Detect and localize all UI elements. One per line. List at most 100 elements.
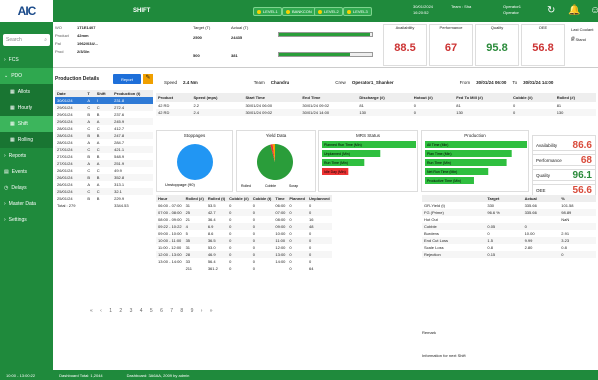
table-row[interactable]: 25/01/24 C C 32.1 [55, 188, 153, 195]
table-cell: 31 [185, 245, 191, 250]
yield-panel: Yield Data Rolled Cobble Scrap [236, 130, 316, 192]
table-cell: 130 [556, 110, 564, 115]
table-cell: 0 [289, 231, 292, 236]
to-date[interactable]: 30/01/24 14:00 [523, 80, 553, 85]
table-cell: 32.1 [114, 189, 122, 194]
mrs-panel: MRS Status Planned Run Time (Min) Unplann… [318, 130, 418, 192]
table-cell: 30/01/24 06:00 [245, 103, 273, 108]
table-row[interactable]: 29/01/24 A A 245.9 [55, 118, 153, 125]
run-table: Product Speed (mps) Start Time End Time Disc… [156, 93, 596, 116]
table-cell: FG (Prime) [424, 210, 444, 215]
table-cell: 0 [512, 110, 516, 115]
bar-label: Unplanned (Min) [324, 152, 350, 156]
bar-label: All Time (Min) [427, 143, 448, 147]
user-icon[interactable]: ☺ [590, 5, 598, 16]
table-row[interactable]: 26/01/24 B B 352.8 [55, 174, 153, 181]
table-row[interactable]: 30/01/24 A I 231.8 [55, 97, 153, 104]
table-cell: 11:00 - 12:00 [158, 245, 182, 250]
table-cell: Total : 279 [57, 203, 76, 208]
table-row[interactable]: 27/01/24 A A 251.9 [55, 160, 153, 167]
table-cell: 0.15 [487, 252, 496, 257]
yield-legend-label: Scrap [289, 184, 298, 188]
report-button[interactable]: Report [113, 74, 141, 84]
table-total-row: 211 361.2 0 0 0 64 [156, 265, 332, 272]
sidebar-item-events[interactable]: ▤ Events [0, 164, 53, 180]
sidebar-item-shift[interactable]: ▦ Shift [0, 116, 53, 132]
table-row: 12:00 - 13:00 28 46.9 0 0 13:00 0 0 [156, 251, 332, 258]
column-header: Date [55, 90, 86, 97]
table-row[interactable]: 25/01/24 B B 229.9 [55, 195, 153, 202]
column-header: Rolled (#) [554, 93, 596, 102]
table-row[interactable]: 28/01/24 A A 284.7 [55, 139, 153, 146]
sidebar-item-allots[interactable]: ▦ Allots [0, 84, 53, 100]
speed-value: 2.4 Nm [183, 79, 198, 85]
table-cell: 53.0 [207, 245, 216, 250]
stoppage-legend: Unstoppage (90) [165, 182, 195, 187]
table-row[interactable]: 26/01/24 C C 49.9 [55, 167, 153, 174]
table-cell: 30/01/24 14:00 [302, 110, 330, 115]
table-cell: C [87, 168, 91, 173]
table-cell: 0 [413, 110, 417, 115]
team-info: Team : Sha [451, 4, 472, 9]
table-cell: 29/01/24 [57, 105, 73, 110]
table-cell: 27/01/24 [57, 161, 73, 166]
crew-value: Operator1_Shanker [351, 79, 394, 85]
table-cell: Hot Out [424, 217, 438, 222]
status-dot-icon [286, 9, 290, 14]
table-row[interactable]: 27/01/24 C C 421.1 [55, 146, 153, 153]
level-button-3[interactable]: LEVEL3 [343, 7, 372, 16]
search-input[interactable]: Search ⌕ [3, 34, 50, 46]
table-cell: 313.1 [114, 182, 125, 187]
table-cell: 13:00 - 14:00 [158, 259, 182, 264]
column-header: Fed To Mill (#) [454, 93, 511, 102]
table-row[interactable]: 28/01/24 C C 412.7 [55, 125, 153, 132]
sidebar-item-hourly[interactable]: ▦ Hourly [0, 100, 53, 116]
yield-legend-label: Rolled [241, 184, 251, 188]
bar-label: Net Run Time (Min) [427, 170, 457, 174]
table-row[interactable]: 42 RD 2.4 30/01/24 09:02 30/01/24 14:00 130 0… [156, 109, 596, 116]
table-cell: 48 [308, 224, 314, 229]
table-row: End Cut Loss 1.5 9.99 3.23 [422, 237, 596, 244]
table-cell: 335.66 [524, 203, 537, 208]
kpi-availability: Availability 88.5 [383, 24, 427, 66]
table-cell: 0 [229, 224, 232, 229]
table-cell: 42 RD [158, 110, 170, 115]
table-cell: 0 [487, 231, 490, 236]
table-row[interactable]: 27/01/24 B B 548.9 [55, 153, 153, 160]
column-header: Hour [156, 195, 184, 202]
stoppages-chart: Unstoppage (90) [165, 144, 213, 187]
level-button-2[interactable]: LEVEL2 [314, 7, 343, 16]
table-cell: 101.58 [561, 203, 574, 208]
refresh-icon[interactable]: ↻ [547, 5, 555, 16]
sidebar-item-rolling[interactable]: ▦ Rolling [0, 132, 53, 148]
sidebar-item-fcs[interactable]: › FCS [0, 52, 53, 68]
production-panel: Production All Time (Min) Plan Time (Min)… [421, 130, 529, 192]
table-cell [523, 216, 560, 223]
table-row[interactable]: 29/01/24 C C 272.4 [55, 104, 153, 111]
table-cell: 0 [229, 266, 232, 271]
sidebar-item-delays[interactable]: ◷ Delays [0, 180, 53, 196]
level-button-bankcon[interactable]: BANKCON [282, 7, 316, 16]
pagination[interactable]: « ‹ 1 2 3 4 5 6 7 8 9 › » [90, 308, 216, 314]
table-header: Target Actual% [422, 195, 596, 202]
table-cell: Cobble [424, 224, 437, 229]
sidebar-item-settings[interactable]: › Settings [0, 212, 53, 228]
operator-info: Operator1 Operator [503, 4, 522, 15]
bell-icon[interactable]: 🔔 [568, 5, 580, 16]
table-row[interactable]: 28/01/24 B B 247.8 [55, 132, 153, 139]
table-row[interactable]: 42 RD 2.2 30/01/24 06:00 30/01/24 09:02 81 0 8… [156, 102, 596, 109]
table-cell: 548.9 [114, 154, 125, 159]
level-button-1[interactable]: LEVEL1 [253, 7, 282, 16]
sidebar-item-pdo[interactable]: ⌄ PDO [0, 68, 53, 84]
table-row[interactable]: 29/01/24 B B 237.6 [55, 111, 153, 118]
table-cell: A [87, 140, 91, 145]
progress-bar [278, 32, 373, 37]
from-date[interactable]: 30/01/24 06:00 [476, 80, 506, 85]
sidebar-item-reports[interactable]: › Reports [0, 148, 53, 164]
table-row: 07:00 - 08:00 25 42.7 0 0 07:00 0 0 [156, 209, 332, 216]
table-row[interactable]: 26/01/24 A A 313.1 [55, 181, 153, 188]
edit-icon[interactable]: ✎ [143, 74, 153, 84]
table-cell: 421.1 [114, 147, 125, 152]
table-cell: 0 [252, 259, 255, 264]
sidebar-item-master-data[interactable]: › Master Data [0, 196, 53, 212]
